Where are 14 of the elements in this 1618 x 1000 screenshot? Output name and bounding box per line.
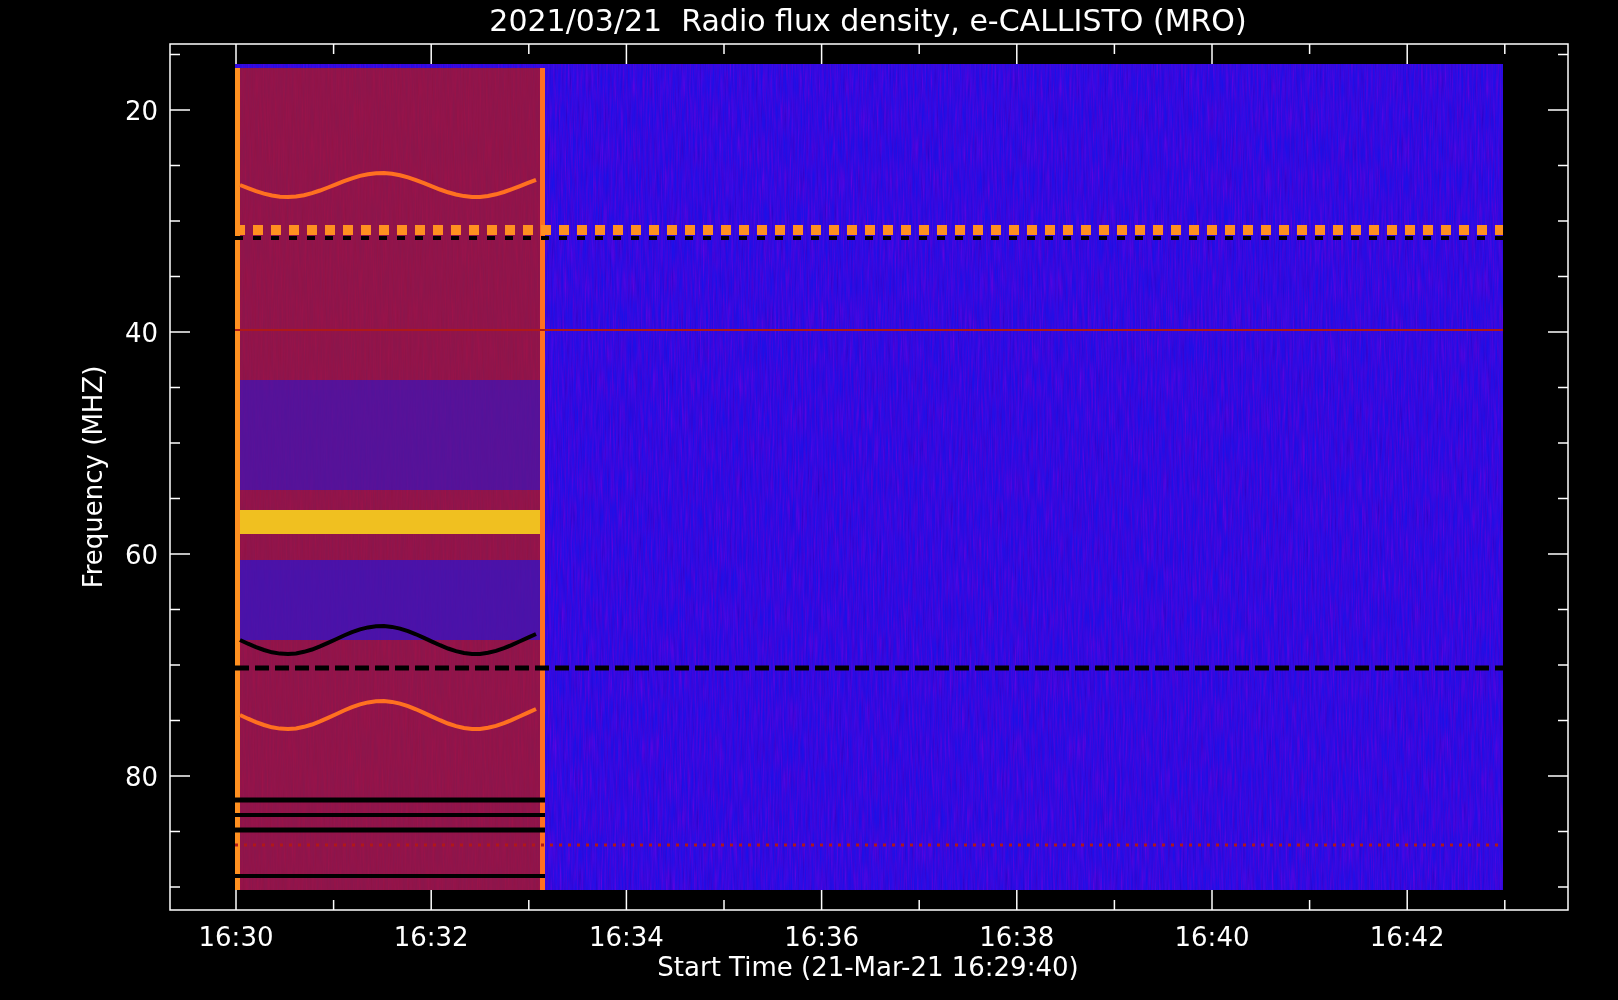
tick-label: 16:34 [588,922,664,952]
axis-title: Start Time (21-Mar-21 16:29:40) [657,952,1079,982]
tick-label: 16:38 [979,922,1055,952]
tick-label: 16:30 [198,922,274,952]
tick-label: 16:36 [784,922,860,952]
axis-title: Frequency (MHZ) [78,365,108,589]
tick-label: 60 [124,540,158,570]
tick-label: 40 [124,318,158,348]
chart-title: 2021/03/21 Radio flux density, e-CALLISTO (MRO) [489,3,1247,38]
tick-label: 80 [124,762,158,792]
tick-label: 20 [124,96,158,126]
tick-label: 16:32 [393,922,469,952]
tick-label: 16:42 [1369,922,1445,952]
tick-label: 16:40 [1174,922,1250,952]
